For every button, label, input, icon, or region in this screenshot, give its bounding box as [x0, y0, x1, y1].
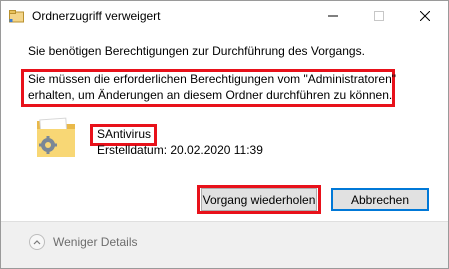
- maximize-button[interactable]: [356, 1, 402, 32]
- less-details-label: Weniger Details: [53, 235, 138, 249]
- dialog-window: Ordnerzugriff verweigert Sie benötigen B…: [0, 0, 449, 269]
- close-icon: [419, 10, 431, 24]
- dialog-footer: Weniger Details: [1, 221, 448, 268]
- window-title: Ordnerzugriff verweigert: [32, 9, 161, 23]
- folder-created-date: Erstelldatum: 20.02.2020 11:39: [97, 143, 263, 157]
- retry-button[interactable]: Vorgang wiederholen: [201, 188, 317, 211]
- dialog-content: Sie benötigen Berechtigungen zur Durchfü…: [1, 32, 448, 221]
- folder-icon: [35, 113, 79, 161]
- minimize-button[interactable]: [310, 1, 356, 32]
- permission-message: Sie benötigen Berechtigungen zur Durchfü…: [28, 44, 365, 58]
- title-bar[interactable]: Ordnerzugriff verweigert: [1, 1, 448, 32]
- minimize-icon: [328, 10, 338, 24]
- cancel-button[interactable]: Abbrechen: [331, 188, 429, 211]
- chevron-up-icon: [29, 234, 45, 250]
- warning-message-line2: erhalten, um Änderungen an diesem Ordner…: [28, 88, 393, 102]
- less-details-toggle[interactable]: Weniger Details: [29, 234, 137, 250]
- folder-access-icon: [9, 10, 25, 24]
- warning-message-line1: Sie müssen die erforderlichen Berechtigu…: [28, 72, 397, 86]
- maximize-icon: [374, 10, 384, 24]
- close-button[interactable]: [402, 1, 448, 32]
- folder-name: SAntivirus: [97, 127, 152, 141]
